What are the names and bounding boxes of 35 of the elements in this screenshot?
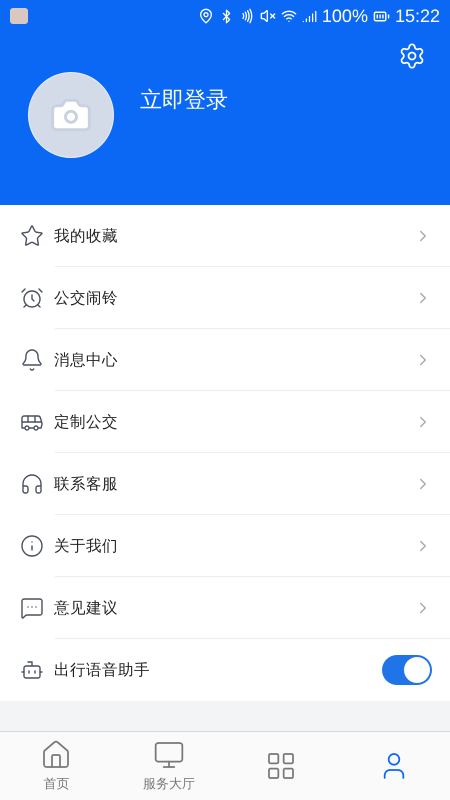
login-link[interactable]: 立即登录 <box>140 85 228 115</box>
menu-item[interactable]: 出行语音助手 <box>0 639 450 701</box>
tab[interactable]: 服务大厅 <box>112 732 225 800</box>
menu-label: 意见建议 <box>54 598 119 618</box>
menu-item[interactable]: 消息中心 <box>0 329 450 391</box>
wifi-icon <box>280 8 297 24</box>
location-icon <box>198 8 214 24</box>
menu-item[interactable]: 联系客服 <box>0 453 450 515</box>
signal-icon <box>302 8 317 24</box>
menu-label: 出行语音助手 <box>54 660 151 680</box>
app-icon <box>10 8 28 24</box>
tab[interactable]: 首页 <box>0 732 112 800</box>
menu-label: 消息中心 <box>54 350 119 370</box>
menu-label: 定制公交 <box>54 412 119 432</box>
info-icon <box>20 534 44 558</box>
menu-item[interactable]: 我的收藏 <box>0 205 450 267</box>
battery-percent: 100% <box>322 6 368 26</box>
clock: 15:22 <box>394 6 440 26</box>
chat-icon <box>20 596 44 620</box>
settings-icon[interactable] <box>398 42 426 70</box>
headset-icon <box>20 472 44 496</box>
menu-label: 联系客服 <box>54 474 119 494</box>
menu-item[interactable]: 公交闹铃 <box>0 267 450 329</box>
menu-label: 关于我们 <box>54 536 119 556</box>
bell-icon <box>20 348 44 372</box>
mute-icon <box>260 8 276 24</box>
monitor-icon <box>152 739 185 771</box>
star-icon <box>20 224 44 248</box>
menu-item[interactable]: 关于我们 <box>0 515 450 577</box>
menu-item[interactable]: 定制公交 <box>0 391 450 453</box>
menu-label: 我的收藏 <box>54 226 119 246</box>
menu-label: 公交闹铃 <box>54 288 119 308</box>
menu-item[interactable]: 意见建议 <box>0 577 450 639</box>
alarm-clock-icon <box>20 286 44 310</box>
voice-assistant-toggle[interactable] <box>382 655 432 685</box>
